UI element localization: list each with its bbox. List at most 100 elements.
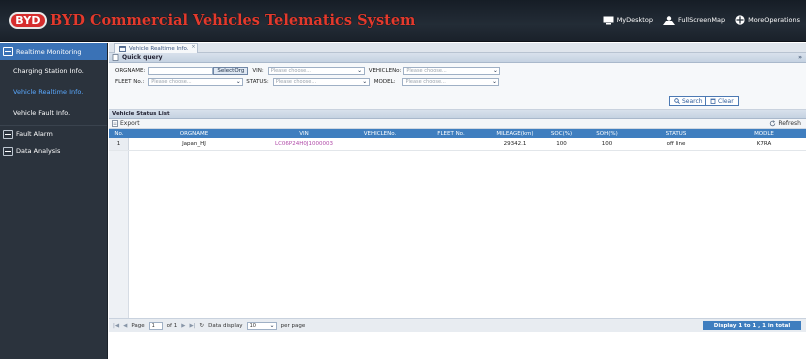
search-button[interactable]: Search (669, 96, 708, 106)
column-header-mileage[interactable]: MILEAGE(km) (491, 129, 539, 138)
cell-vehicleno (349, 138, 411, 150)
cell-status: off line (666, 141, 686, 147)
search-label: Search (682, 97, 703, 105)
refresh-button[interactable]: Refresh (769, 120, 801, 127)
column-header-vin[interactable]: VIN (259, 129, 349, 138)
sidebar: Realtime Monitoring Charging Station Inf… (0, 43, 108, 359)
tab-close-icon[interactable]: × (191, 44, 195, 50)
cell-soc: 100 (556, 141, 567, 147)
cell-fleetno (411, 138, 491, 150)
my-desktop-label: MyDesktop (616, 16, 653, 24)
row-number-gutter (109, 151, 129, 318)
vehicle-status-table: No. ORGNAME VIN VEHICLENo. FLEET No. MIL… (109, 129, 806, 319)
vin-placeholder: Please choose... (270, 68, 311, 74)
column-header-status[interactable]: STATUS (630, 129, 722, 138)
column-header-vehicleno[interactable]: VEHICLENo. (349, 129, 411, 138)
clear-button[interactable]: Clear (705, 96, 739, 106)
chart-icon (3, 146, 13, 156)
column-header-soh[interactable]: SOH(%) (584, 129, 630, 138)
select-org-button[interactable]: SelectOrg (213, 67, 249, 75)
sidebar-section-realtime-monitoring[interactable]: Realtime Monitoring (0, 43, 107, 60)
tab-label: Vehicle Realtime Info. (129, 45, 189, 52)
quick-query-header: Quick query » (109, 53, 806, 63)
vin-label: VIN: (252, 68, 264, 74)
vehicleno-placeholder: Please choose... (406, 68, 447, 74)
column-header-model[interactable]: MODLE (722, 129, 806, 138)
page-size-select[interactable]: 10 ⌄ (246, 321, 277, 330)
document-icon (112, 54, 119, 61)
next-page-icon[interactable]: ▶ (181, 323, 185, 329)
fleet-select[interactable]: Please choose... ⌄ (148, 78, 244, 86)
fullscreen-map-link[interactable]: FullScreenMap (662, 15, 726, 25)
model-select[interactable]: Please choose... ⌄ (402, 78, 500, 86)
fleet-label: FLEET No.: (115, 79, 145, 85)
chevron-down-icon: ⌄ (234, 78, 243, 85)
status-select[interactable]: Please choose... ⌄ (272, 78, 370, 86)
map-icon (662, 15, 675, 25)
sidebar-section-label: Realtime Monitoring (16, 47, 82, 56)
vehicleno-select[interactable]: Please choose... ⌄ (403, 67, 501, 75)
chevron-down-icon: ⌄ (491, 67, 500, 74)
collapse-icon[interactable]: » (798, 54, 802, 61)
cell-vin[interactable]: LC06P24H0J1000003 (259, 138, 349, 150)
cell-mileage: 29342.1 (503, 141, 527, 147)
orgname-label: ORGNAME: (115, 68, 146, 74)
last-page-icon[interactable]: ▶| (189, 323, 195, 329)
sidebar-item-vehicle-fault[interactable]: Vehicle Fault Info. (0, 102, 107, 123)
export-label: Export (120, 120, 140, 127)
sidebar-section-data-analysis[interactable]: Data Analysis (0, 143, 107, 159)
window-icon (119, 45, 126, 52)
byd-logo: BYD (9, 12, 47, 29)
more-operations-label: MoreOperations (748, 16, 800, 24)
page-number-input[interactable]: 1 (148, 321, 163, 330)
quick-query-title: Quick query (122, 54, 163, 61)
vehicle-status-list-header: Vehicle Status List (109, 110, 806, 119)
top-links: MyDesktop FullScreenMap MoreOperations (603, 15, 800, 25)
refresh-label: Refresh (778, 120, 801, 127)
export-icon (112, 120, 118, 127)
sidebar-item-charging-station[interactable]: Charging Station Info. (0, 60, 107, 81)
sidebar-section-fault-alarm[interactable]: Fault Alarm (0, 126, 107, 142)
vehicleno-label: VEHICLENo: (368, 68, 402, 74)
page-size-value: 10 (249, 322, 256, 329)
fullscreen-map-label: FullScreenMap (677, 16, 726, 24)
chevron-down-icon: ⌄ (360, 78, 369, 85)
sidebar-item-vehicle-realtime[interactable]: Vehicle Realtime Info. (0, 81, 107, 102)
pagination-summary: Display 1 to 1 , 1 in total (703, 321, 801, 330)
status-label: STATUS: (246, 79, 269, 85)
monitor-icon (3, 47, 13, 56)
data-display-label: Data display (208, 322, 243, 329)
model-label: MODEL: (373, 79, 396, 85)
more-operations-icon (735, 15, 745, 25)
fleet-placeholder: Please choose... (151, 79, 192, 85)
export-button[interactable]: Export (112, 120, 140, 127)
sidebar-section-label: Data Analysis (16, 147, 61, 155)
tab-vehicle-realtime[interactable]: Vehicle Realtime Info. × (114, 43, 198, 53)
pager-refresh-icon[interactable]: ↻ (200, 323, 205, 329)
column-header-fleetno[interactable]: FLEET No. (411, 129, 491, 138)
column-header-orgname[interactable]: ORGNAME (129, 129, 259, 138)
page-of-label: of 1 (166, 322, 178, 329)
first-page-icon[interactable]: |◀ (113, 323, 119, 329)
column-header-soc[interactable]: SOC(%) (539, 129, 584, 138)
chevron-down-icon: ⌄ (490, 78, 499, 85)
prev-page-icon[interactable]: ◀ (123, 323, 127, 329)
list-toolbar: Export Refresh (109, 119, 806, 129)
per-page-label: per page (280, 322, 306, 329)
chevron-down-icon: ⌄ (355, 67, 364, 74)
orgname-input[interactable] (148, 67, 214, 75)
cell-orgname: Japan_HJ (182, 141, 206, 147)
my-desktop-link[interactable]: MyDesktop (603, 15, 653, 25)
more-operations-link[interactable]: MoreOperations (735, 15, 800, 25)
query-row-1: ORGNAME: SelectOrg VIN: Please choose...… (115, 67, 501, 75)
table-row[interactable]: 1 Japan_HJ LC06P24H0J1000003 29342.1 100… (109, 138, 806, 151)
table-header: No. ORGNAME VIN VEHICLENo. FLEET No. MIL… (109, 129, 806, 138)
column-header-no[interactable]: No. (109, 129, 129, 138)
chevron-down-icon: ⌄ (269, 321, 275, 329)
app-title: BYD Commercial Vehicles Telematics Syste… (50, 12, 416, 29)
vin-select[interactable]: Please choose... ⌄ (267, 67, 365, 75)
page-label: Page (131, 322, 145, 329)
quick-query-form: ORGNAME: SelectOrg VIN: Please choose...… (109, 63, 806, 110)
alarm-icon (3, 129, 13, 139)
desktop-icon (603, 16, 614, 24)
